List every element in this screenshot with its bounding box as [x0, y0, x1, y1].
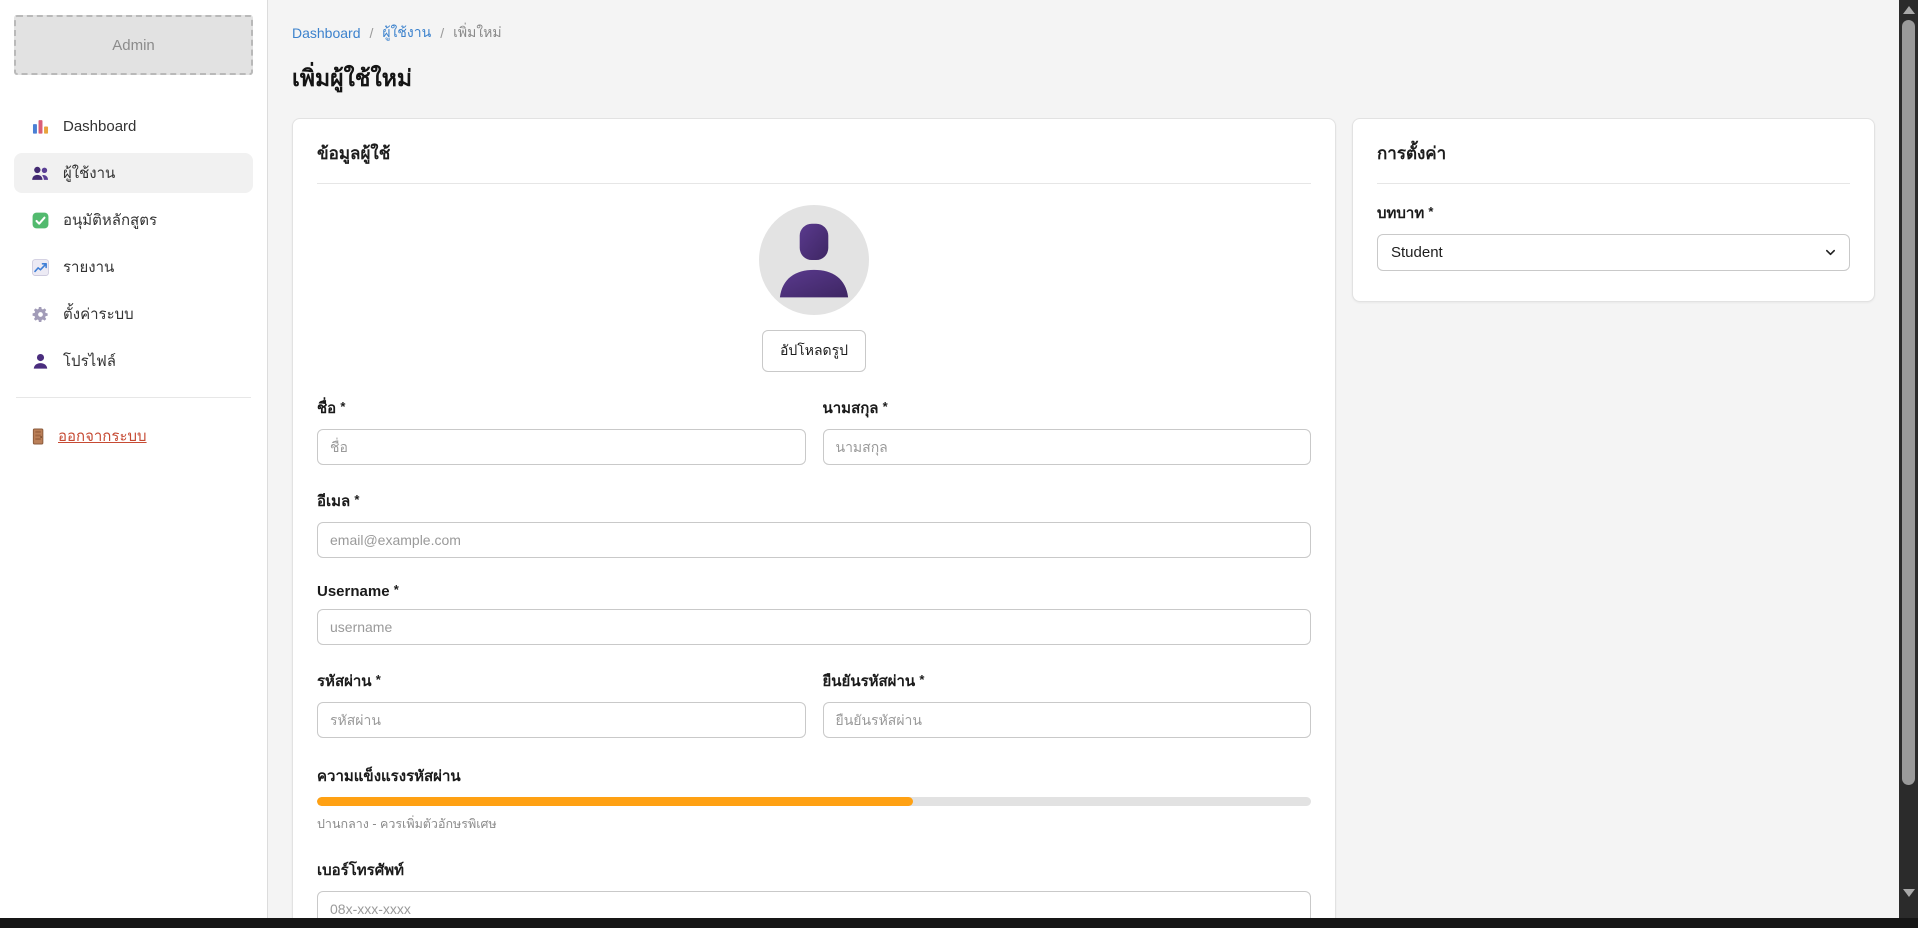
sidebar-item-label: รายงาน: [63, 255, 114, 279]
breadcrumb-link-users[interactable]: ผู้ใช้งาน: [382, 22, 431, 44]
door-icon: [29, 427, 48, 446]
breadcrumb-separator: /: [440, 25, 444, 41]
bottom-strip: [0, 918, 1918, 928]
breadcrumb-separator: /: [370, 25, 374, 41]
phone-label: เบอร์โทรศัพท์: [317, 858, 1311, 882]
admin-logo-placeholder: Admin: [14, 15, 253, 75]
first-name-field-group: ชื่อ *: [317, 396, 806, 465]
logout-label: ออกจากระบบ: [58, 424, 147, 448]
sidebar-item-label: อนุมัติหลักสูตร: [63, 208, 157, 232]
user-info-card-title: ข้อมูลผู้ใช้: [317, 140, 1311, 167]
password-field-group: รหัสผ่าน *: [317, 669, 806, 738]
scroll-down-button[interactable]: [1899, 885, 1918, 901]
scroll-down-icon: [1903, 889, 1915, 897]
cards-row: ข้อมูลผู้ใช้: [292, 118, 1875, 918]
sidebar-item-label: Dashboard: [63, 118, 136, 135]
confirm-password-input[interactable]: [823, 702, 1312, 738]
profile-icon: [31, 352, 50, 371]
role-label: บทบาท *: [1377, 201, 1850, 225]
sidebar-item-label: ผู้ใช้งาน: [63, 161, 115, 185]
avatar-section: อัปโหลดรูป: [317, 205, 1311, 372]
password-input[interactable]: [317, 702, 806, 738]
sidebar-item-course-approval[interactable]: อนุมัติหลักสูตร: [14, 200, 253, 240]
required-mark: *: [394, 582, 399, 597]
password-strength-fill: [317, 797, 913, 806]
password-strength-helper: ปานกลาง - ควรเพิ่มตัวอักษรพิเศษ: [317, 814, 1311, 834]
required-mark: *: [354, 492, 359, 507]
card-divider: [1377, 183, 1850, 184]
logout-link[interactable]: ออกจากระบบ: [14, 424, 253, 448]
required-mark: *: [919, 672, 924, 687]
email-label: อีเมล *: [317, 489, 1311, 513]
sidebar-item-system-settings[interactable]: ตั้งค่าระบบ: [14, 294, 253, 334]
required-mark: *: [376, 672, 381, 687]
first-name-input[interactable]: [317, 429, 806, 465]
password-strength-section: ความแข็งแรงรหัสผ่าน ปานกลาง - ควรเพิ่มตั…: [317, 764, 1311, 834]
main-content: Dashboard / ผู้ใช้งาน / เพิ่มใหม่ เพิ่มผ…: [268, 0, 1899, 918]
page-title: เพิ่มผู้ใช้ใหม่: [292, 61, 1875, 97]
password-strength-bar: [317, 797, 1311, 806]
avatar: [759, 205, 869, 315]
role-field-group: บทบาท * Student: [1377, 201, 1850, 271]
vertical-scrollbar[interactable]: [1899, 0, 1918, 928]
sidebar-item-label: ตั้งค่าระบบ: [63, 302, 134, 326]
last-name-field-group: นามสกุล *: [823, 396, 1312, 465]
users-icon: [31, 164, 50, 183]
sidebar-item-label: โปรไฟล์: [63, 349, 116, 373]
phone-input[interactable]: [317, 891, 1311, 918]
email-input[interactable]: [317, 522, 1311, 558]
sidebar-item-reports[interactable]: รายงาน: [14, 247, 253, 287]
settings-card-title: การตั้งค่า: [1377, 140, 1850, 167]
gear-icon: [31, 305, 50, 324]
scroll-up-icon: [1903, 6, 1915, 14]
sidebar-divider: [16, 397, 251, 398]
last-name-input[interactable]: [823, 429, 1312, 465]
upload-photo-button[interactable]: อัปโหลดรูป: [762, 330, 866, 372]
last-name-label: นามสกุล *: [823, 396, 1312, 420]
password-label: รหัสผ่าน *: [317, 669, 806, 693]
username-input[interactable]: [317, 609, 1311, 645]
sidebar-item-users[interactable]: ผู้ใช้งาน: [14, 153, 253, 193]
settings-card: การตั้งค่า บทบาท * Student: [1352, 118, 1875, 302]
breadcrumb-link-dashboard[interactable]: Dashboard: [292, 25, 361, 41]
bar-chart-icon: [31, 117, 50, 136]
admin-logo-text: Admin: [112, 37, 155, 54]
scrollbar-thumb[interactable]: [1902, 20, 1915, 785]
chart-line-icon: [31, 258, 50, 277]
scroll-up-button[interactable]: [1899, 2, 1918, 18]
breadcrumb-current: เพิ่มใหม่: [453, 22, 502, 44]
role-select[interactable]: Student: [1377, 234, 1850, 271]
role-select-value: Student: [1391, 244, 1443, 261]
user-info-card: ข้อมูลผู้ใช้: [292, 118, 1336, 918]
first-name-label: ชื่อ *: [317, 396, 806, 420]
sidebar-menu: Dashboard ผู้ใช้งาน อนุมัติหลักสูตร รายง…: [14, 106, 253, 381]
breadcrumb: Dashboard / ผู้ใช้งาน / เพิ่มใหม่: [292, 22, 1875, 44]
email-field-group: อีเมล *: [317, 489, 1311, 558]
confirm-password-label: ยืนยันรหัสผ่าน *: [823, 669, 1312, 693]
sidebar: Admin Dashboard ผู้ใช้งาน อนุมัติหลักสูต…: [0, 0, 268, 918]
card-divider: [317, 183, 1311, 184]
sidebar-item-dashboard[interactable]: Dashboard: [14, 106, 253, 146]
password-strength-label: ความแข็งแรงรหัสผ่าน: [317, 764, 1311, 788]
app-window: Admin Dashboard ผู้ใช้งาน อนุมัติหลักสูต…: [0, 0, 1899, 918]
required-mark: *: [1428, 204, 1433, 219]
required-mark: *: [340, 399, 345, 414]
chevron-down-icon: [1825, 247, 1836, 258]
username-label: Username *: [317, 582, 1311, 600]
confirm-password-field-group: ยืนยันรหัสผ่าน *: [823, 669, 1312, 738]
required-mark: *: [883, 399, 888, 414]
phone-field-group: เบอร์โทรศัพท์: [317, 858, 1311, 918]
username-field-group: Username *: [317, 582, 1311, 645]
sidebar-item-profile[interactable]: โปรไฟล์: [14, 341, 253, 381]
avatar-person-icon: [759, 205, 869, 315]
check-icon: [31, 211, 50, 230]
